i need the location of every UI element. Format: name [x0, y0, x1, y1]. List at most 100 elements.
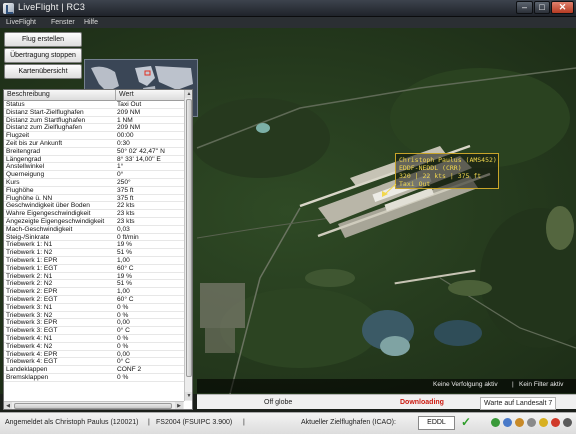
table-row[interactable]: Triebwerk 3: EPR 0,00 [4, 319, 184, 328]
table-row[interactable]: Angezeigte Eigengeschwindigkeit 23 kts [4, 218, 184, 226]
table-row[interactable]: Flughöhe ü. NN 375 ft [4, 195, 184, 203]
row-value: 50° 02' 42,47'' N [117, 147, 165, 155]
row-value: Taxi Out [117, 101, 142, 108]
menu-window[interactable]: Fenster [51, 17, 75, 28]
vertical-scrollbar[interactable]: ▲ ▼ [184, 90, 192, 401]
check-icon[interactable]: ✓ [461, 415, 471, 429]
close-button[interactable]: ✕ [551, 1, 574, 14]
table-row[interactable]: Triebwerk 1: EGT 60° C [4, 265, 184, 273]
aircraft-marker-icon[interactable] [376, 180, 406, 202]
table-row[interactable]: Status Taxi Out [4, 101, 184, 109]
row-label: Status [6, 101, 25, 108]
table-row[interactable]: Anstellwinkel 1° [4, 163, 184, 172]
table-row[interactable]: Längengrad 8° 33' 14,00'' E [4, 156, 184, 164]
table-row[interactable]: Triebwerk 4: EGT 0° C [4, 358, 184, 367]
table-row[interactable]: Triebwerk 2: N1 19 % [4, 273, 184, 281]
table-row[interactable]: Wahre Eigengeschwindigkeit 23 kts [4, 210, 184, 218]
row-label: Triebwerk 2: N1 [6, 272, 53, 280]
column-divider[interactable] [115, 90, 116, 101]
row-value: 0 % [117, 334, 129, 342]
maximize-button[interactable]: □ [534, 1, 550, 14]
table-row[interactable]: Querneigung 0° [4, 171, 184, 179]
pilot-callsign: Christoph Paulus (AMS452) [399, 156, 497, 164]
info-tray-icon[interactable] [563, 418, 572, 427]
table-row[interactable]: Triebwerk 4: N1 0 % [4, 335, 184, 343]
scroll-down-arrow-icon[interactable]: ▼ [185, 392, 192, 400]
plugin-tray-icon[interactable] [515, 418, 524, 427]
stop-transfer-button[interactable]: Übertragung stoppen [4, 48, 82, 63]
row-value: 8° 33' 14,00'' E [117, 155, 161, 163]
table-row[interactable]: Triebwerk 3: N1 0 % [4, 304, 184, 312]
table-row[interactable]: Distanz zum Zielflughafen 209 NM [4, 124, 184, 133]
tab-ready[interactable]: Warte auf Landesalt 7 [480, 397, 557, 410]
table-row[interactable]: Triebwerk 1: N2 51 % [4, 249, 184, 257]
row-value: 250° [117, 178, 131, 186]
row-label: Mach-Geschwindigkeit [6, 225, 73, 233]
table-row[interactable]: Bremsklappen 0 % [4, 374, 184, 382]
flight-data-table[interactable]: Beschreibung Wert Status Taxi Out Distanz … [3, 89, 193, 410]
map-overview-button[interactable]: Kartenübersicht [4, 64, 82, 79]
table-row[interactable]: Landeklappen CONF 2 [4, 366, 184, 374]
row-label: Triebwerk 1: EPR [6, 256, 58, 264]
scroll-up-arrow-icon[interactable]: ▲ [185, 90, 192, 98]
row-label: Triebwerk 2: EPR [6, 288, 58, 296]
scroll-right-arrow-icon[interactable]: ▶ [175, 402, 183, 409]
table-row[interactable]: Triebwerk 2: EPR 1,00 [4, 288, 184, 296]
row-label: Steig-/Sinkrate [6, 233, 50, 241]
scroll-left-arrow-icon[interactable]: ◀ [4, 402, 12, 409]
table-row[interactable]: Kurs 250° [4, 179, 184, 187]
vertical-scroll-thumb[interactable] [186, 99, 192, 377]
row-label: Triebwerk 4: N2 [6, 342, 53, 350]
table-row[interactable]: Flughöhe 375 ft [4, 187, 184, 195]
table-row[interactable]: Triebwerk 3: N2 0 % [4, 312, 184, 320]
alert-tray-icon[interactable] [551, 418, 560, 427]
table-row[interactable]: Triebwerk 1: EPR 1,00 [4, 257, 184, 265]
column-header-description[interactable]: Beschreibung [7, 90, 50, 100]
tab-google-earth[interactable]: Off globe [264, 397, 292, 408]
table-row[interactable]: Triebwerk 2: EGT 60° C [4, 296, 184, 304]
menu-liveflight[interactable]: LiveFlight [6, 17, 36, 28]
warning-tray-icon[interactable] [539, 418, 548, 427]
settings-tray-icon[interactable] [527, 418, 536, 427]
row-value: 1° [117, 163, 124, 171]
table-row[interactable]: Geschwindigkeit über Boden 22 kts [4, 202, 184, 211]
table-row[interactable]: Triebwerk 4: EPR 0,00 [4, 351, 184, 359]
table-body: Status Taxi Out Distanz Start-Zielflughafe… [4, 101, 184, 382]
table-row[interactable]: Breitengrad 50° 02' 42,47'' N [4, 148, 184, 156]
horizontal-scroll-thumb[interactable] [14, 403, 172, 409]
table-row[interactable]: Steig-/Sinkrate 0 ft/min [4, 234, 184, 242]
table-row[interactable]: Triebwerk 3: EGT 0° C [4, 327, 184, 335]
aircraft-info-label[interactable]: Christoph Paulus (AMS452) EDDF-NEDDL (CR… [395, 153, 499, 189]
table-row[interactable]: Distanz zum Startflughafen 1 NM [4, 117, 184, 125]
menu-help[interactable]: Hilfe [84, 17, 98, 28]
row-value: 0,00 [117, 319, 130, 327]
view-tab-bar: Off globe Downloading Warte auf Landesal… [197, 394, 576, 410]
table-row[interactable]: Triebwerk 4: N2 0 % [4, 343, 184, 351]
row-value: 375 ft [117, 194, 134, 202]
icao-label: Aktueller Zielflughafen (ICAO): [301, 419, 396, 426]
horizontal-scrollbar[interactable]: ◀ ▶ [4, 401, 184, 409]
table-row[interactable]: Triebwerk 1: N1 19 % [4, 241, 184, 250]
row-label: Triebwerk 3: EPR [6, 319, 58, 327]
minimize-button[interactable]: – [516, 1, 533, 14]
table-row[interactable]: Zeit bis zur Ankunft 0:30 [4, 140, 184, 148]
login-status: Angemeldet als Christoph Paulus (120021) [5, 419, 139, 426]
create-flight-button[interactable]: Flug erstellen [4, 32, 82, 47]
map-status-bar: Keine Verfolgung aktiv | Kein Filter akt… [197, 379, 576, 393]
route-text: EDDF-NEDDL (CRR) [399, 164, 462, 172]
row-value: 1 NM [117, 116, 133, 124]
row-label: Bremsklappen [6, 373, 49, 381]
column-header-value[interactable]: Wert [119, 90, 134, 100]
row-value: 51 % [117, 280, 133, 288]
table-row[interactable]: Flugzeit 00:00 [4, 132, 184, 140]
table-row[interactable]: Mach-Geschwindigkeit 0,03 [4, 226, 184, 234]
table-row[interactable]: Triebwerk 2: N2 51 % [4, 280, 184, 289]
row-value: 0° C [117, 358, 130, 366]
row-label: Distanz zum Zielflughafen [6, 124, 82, 132]
row-value: 0:30 [117, 139, 130, 147]
table-row[interactable]: Distanz Start-Zielflughafen 209 NM [4, 109, 184, 117]
row-value: 209 NM [117, 124, 141, 132]
sync-tray-icon[interactable] [491, 418, 500, 427]
globe-tray-icon[interactable] [503, 418, 512, 427]
icao-input[interactable]: EDDL [418, 416, 455, 430]
